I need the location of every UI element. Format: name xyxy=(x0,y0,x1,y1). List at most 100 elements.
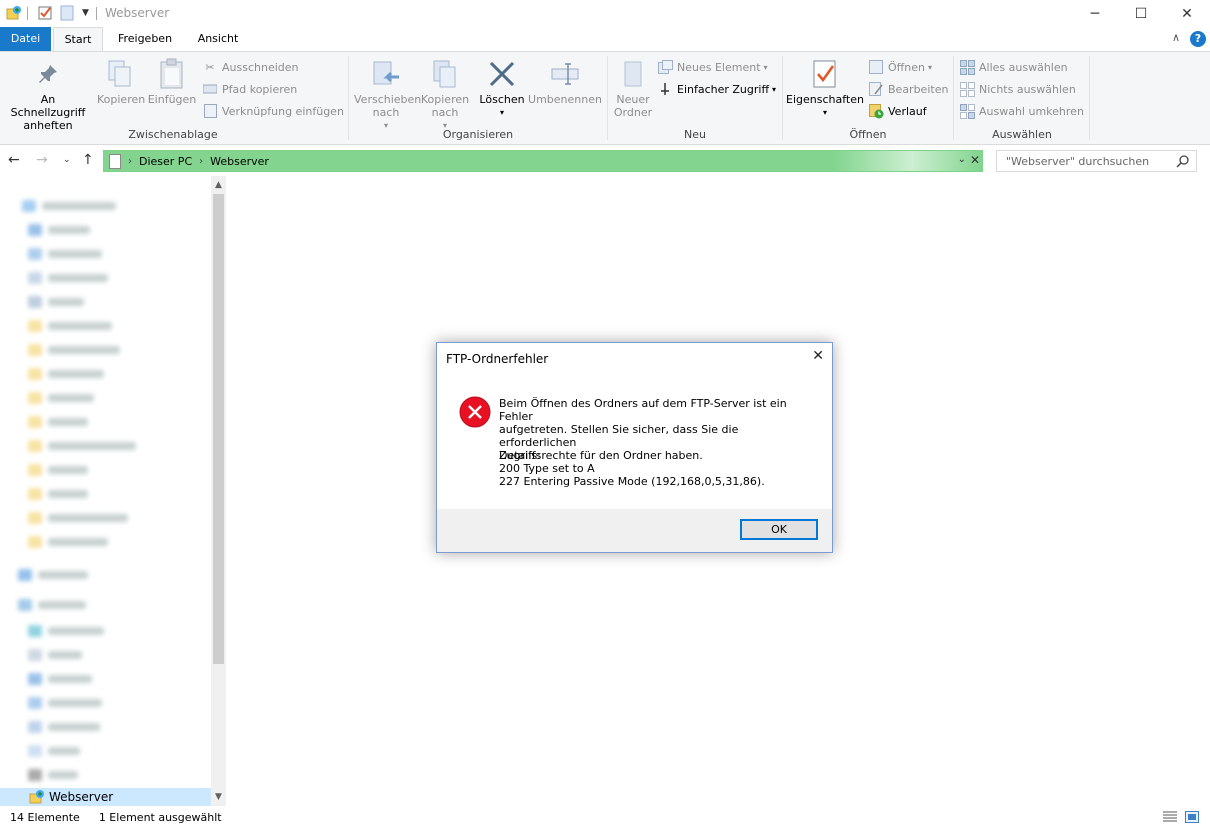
select-all-button[interactable]: Alles auswählen xyxy=(959,58,1068,76)
back-arrow-icon[interactable]: ← xyxy=(8,152,20,168)
breadcrumb-this-pc[interactable]: Dieser PC xyxy=(139,155,192,168)
maximize-button[interactable]: ☐ xyxy=(1118,0,1164,27)
dialog-close-button[interactable]: ✕ xyxy=(812,348,824,364)
details-view-icon[interactable] xyxy=(1162,810,1178,827)
chevron-down-icon: ▾ xyxy=(499,108,504,117)
close-window-button[interactable]: ✕ xyxy=(1164,0,1210,27)
edit-icon xyxy=(868,81,884,97)
folder-app-icon xyxy=(6,5,22,21)
nav-scrollbar[interactable]: ▲ ▼ xyxy=(211,176,226,806)
nav-item[interactable] xyxy=(28,245,102,263)
history-button[interactable]: Verlauf xyxy=(868,102,927,120)
nav-item[interactable] xyxy=(28,365,104,383)
group-organize: Verschieben nach ▾ Kopieren nach ▾ Lösch… xyxy=(350,52,606,144)
new-folder-quick-icon[interactable] xyxy=(60,5,74,21)
nav-item[interactable] xyxy=(28,269,108,287)
select-all-icon xyxy=(959,59,975,75)
easy-access-button[interactable]: Einfacher Zugriff ▾ xyxy=(657,80,776,98)
ribbon-tabs: Datei Start Freigeben Ansicht ∧ ? xyxy=(0,27,1210,51)
tab-share[interactable]: Freigeben xyxy=(110,27,180,51)
chevron-down-icon: ▾ xyxy=(772,84,777,94)
group-new: Neuer Ordner Neues Element ▾ Einfacher Zu… xyxy=(609,52,781,144)
nav-item[interactable] xyxy=(28,389,94,407)
nav-item[interactable] xyxy=(28,293,84,311)
nav-item[interactable] xyxy=(28,718,100,736)
error-icon xyxy=(459,396,491,428)
large-icons-view-icon[interactable] xyxy=(1184,810,1200,827)
copy-path-button[interactable]: Pfad kopieren xyxy=(202,80,297,98)
ftp-error-dialog: FTP-Ordnerfehler ✕ Beim Öffnen des Ordne… xyxy=(436,342,833,553)
new-item-button[interactable]: Neues Element ▾ xyxy=(657,58,768,76)
scrollbar-thumb[interactable] xyxy=(213,194,224,664)
tab-start[interactable]: Start xyxy=(53,27,103,51)
properties-button[interactable]: Eigenschaften ▾ xyxy=(786,58,864,119)
chevron-down-icon: ▾ xyxy=(763,62,768,72)
tab-file[interactable]: Datei xyxy=(0,27,51,51)
group-open: Eigenschaften ▾ Öffnen ▾ Bearbeiten Verla… xyxy=(784,52,952,144)
pin-quick-access-button[interactable]: An Schnellzugriff anheften xyxy=(2,58,94,132)
selection-count: 1 Element ausgewählt xyxy=(98,811,222,824)
stop-icon[interactable]: ✕ xyxy=(970,153,980,167)
nav-item-webserver[interactable]: Webserver xyxy=(0,788,211,806)
select-none-button[interactable]: Nichts auswählen xyxy=(959,80,1076,98)
nav-item[interactable] xyxy=(28,742,80,760)
chevron-up-icon[interactable]: ∧ xyxy=(1172,31,1180,44)
nav-item[interactable] xyxy=(18,596,86,614)
forward-arrow-icon[interactable]: → xyxy=(36,152,48,168)
new-folder-icon xyxy=(617,58,649,90)
search-input[interactable]: "Webserver" durchsuchen xyxy=(996,150,1197,172)
paste-shortcut-button[interactable]: Verknüpfung einfügen xyxy=(202,102,344,120)
nav-item[interactable] xyxy=(28,485,88,503)
nav-item[interactable] xyxy=(28,646,82,664)
address-bar[interactable]: › Dieser PC › Webserver ⌄ ✕ xyxy=(103,150,983,172)
delete-button[interactable]: Löschen ▾ xyxy=(478,58,526,119)
group-label-organize: Organisieren xyxy=(442,128,514,141)
invert-selection-button[interactable]: Auswahl umkehren xyxy=(959,102,1084,120)
rename-button[interactable]: Umbenennen xyxy=(528,58,602,106)
nav-item[interactable] xyxy=(28,341,120,359)
new-folder-button[interactable]: Neuer Ordner xyxy=(611,58,655,119)
nav-item[interactable] xyxy=(22,197,116,215)
nav-item[interactable] xyxy=(28,221,90,239)
scroll-up-icon[interactable]: ▲ xyxy=(211,180,226,190)
nav-item[interactable] xyxy=(28,694,102,712)
chevron-down-icon: ▾ xyxy=(822,108,827,117)
nav-item[interactable] xyxy=(28,766,78,784)
paste-button[interactable]: Einfügen xyxy=(147,58,197,106)
copy-to-button[interactable]: Kopieren nach ▾ xyxy=(420,58,470,132)
invert-selection-icon xyxy=(959,103,975,119)
edit-button[interactable]: Bearbeiten xyxy=(868,80,948,98)
up-arrow-icon[interactable]: ↑ xyxy=(82,152,94,168)
nav-item[interactable] xyxy=(28,622,104,640)
move-to-button[interactable]: Verschieben nach ▾ xyxy=(354,58,421,132)
nav-item[interactable] xyxy=(28,509,128,527)
breadcrumb-webserver[interactable]: Webserver xyxy=(210,155,269,168)
group-label-select: Auswählen xyxy=(992,128,1052,141)
nav-item[interactable] xyxy=(28,461,88,479)
group-select: Alles auswählen Nichts auswählen Auswahl… xyxy=(955,52,1089,144)
help-icon[interactable]: ? xyxy=(1190,31,1206,47)
nav-item[interactable] xyxy=(28,670,92,688)
pin-icon xyxy=(32,58,64,90)
group-label-new: Neu xyxy=(684,128,706,141)
nav-item[interactable] xyxy=(28,533,108,551)
ok-button[interactable]: OK xyxy=(740,519,818,540)
scroll-down-icon[interactable]: ▼ xyxy=(211,792,226,802)
move-to-icon xyxy=(370,58,402,90)
cut-button[interactable]: ✂ Ausschneiden xyxy=(202,58,298,76)
customize-quick-access-icon[interactable]: ▼ xyxy=(82,5,89,21)
chevron-down-icon[interactable]: ⌄ xyxy=(958,154,966,165)
recent-locations-chevron-icon[interactable]: ⌄ xyxy=(63,155,71,165)
minimize-button[interactable]: ─ xyxy=(1072,0,1118,27)
tab-view[interactable]: Ansicht xyxy=(187,27,249,51)
nav-item[interactable] xyxy=(28,413,88,431)
properties-quick-icon[interactable] xyxy=(37,5,53,21)
copy-to-icon xyxy=(429,58,461,90)
nav-item[interactable] xyxy=(28,437,136,455)
nav-item[interactable] xyxy=(18,566,88,584)
nav-item[interactable] xyxy=(28,317,112,335)
open-button[interactable]: Öffnen ▾ xyxy=(868,58,932,76)
ribbon: An Schnellzugriff anheften Kopieren Einf… xyxy=(0,51,1210,145)
copy-button[interactable]: Kopieren xyxy=(97,58,145,106)
breadcrumb-separator-icon: › xyxy=(128,155,132,167)
